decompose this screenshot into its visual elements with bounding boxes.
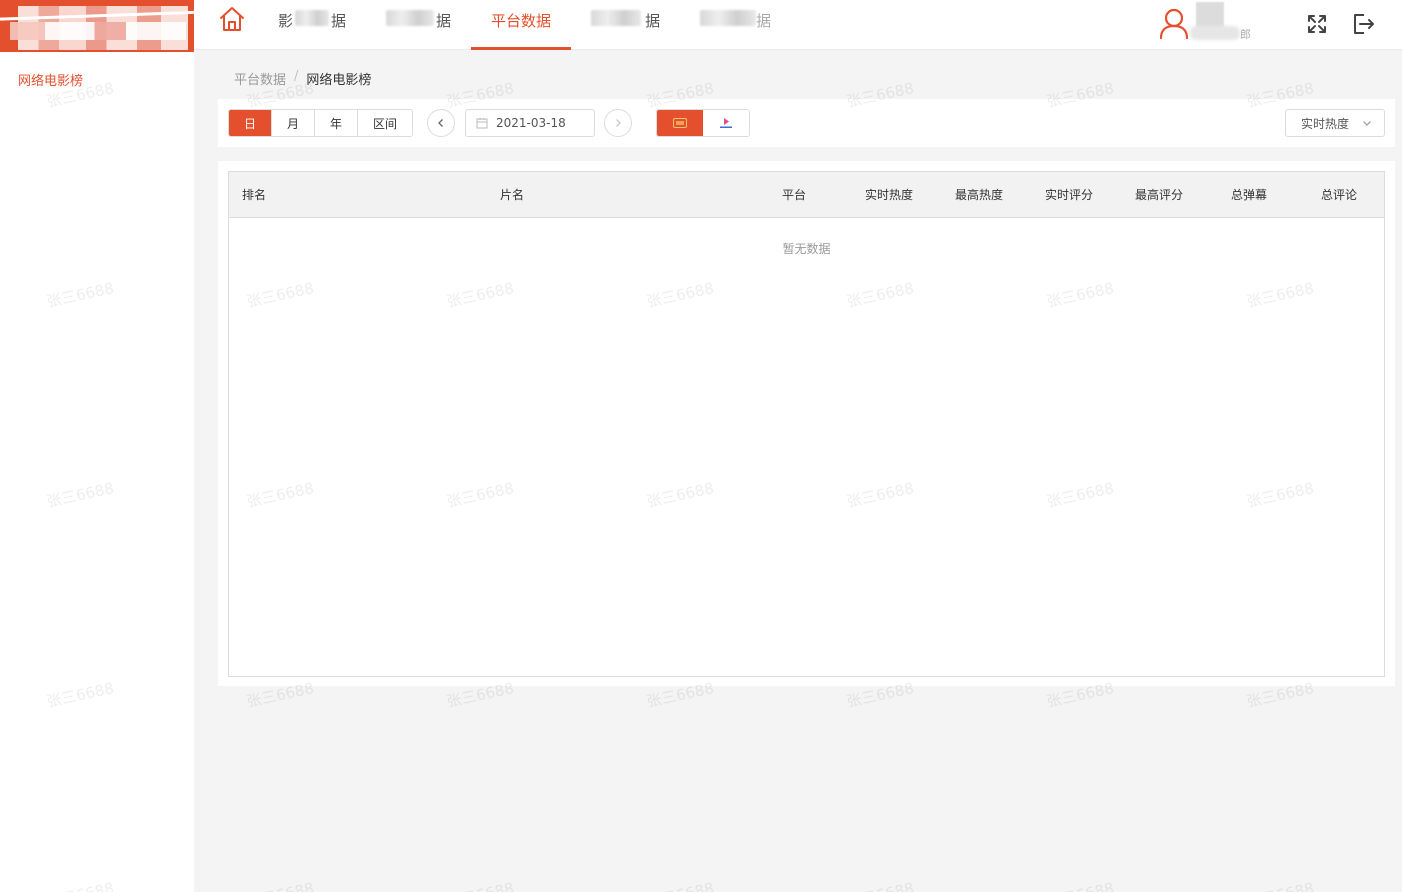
redacted-text [700,10,757,26]
nav-tab-2[interactable]: 据 [366,0,471,50]
redacted-text [591,10,642,26]
watermark-text: 张三6688 [1045,877,1116,892]
breadcrumb-parent[interactable]: 平台数据 [234,69,286,88]
user-name-fragment: 郎 [1240,28,1251,41]
platform-logo-icon [673,118,687,128]
platform-option-2[interactable] [703,110,749,136]
nav-tab-platform-data[interactable]: 平台数据 [471,0,572,50]
chevron-down-icon [1363,121,1371,126]
redacted-text [1190,26,1240,40]
chevron-right-icon [616,119,621,127]
nav-tab-2-label: 据 [436,12,452,30]
platform-filter [656,109,750,137]
chevron-left-icon [438,119,443,127]
period-tab-month[interactable]: 月 [272,110,315,136]
user-name[interactable]: 郎 [1190,2,1254,42]
main-nav: 影 据 据 平台数据 据 据 [258,0,791,50]
watermark-text: 张三6688 [445,877,516,892]
redacted-text [386,10,435,26]
user-icon[interactable] [1158,7,1190,39]
period-tab-day[interactable]: 日 [229,110,272,136]
sidebar: 网络电影榜 [0,52,194,892]
fullscreen-icon[interactable] [1306,13,1328,35]
nav-tab-4-label: 据 [645,12,661,30]
watermark-text: 张三6688 [645,877,716,892]
logo[interactable] [0,0,194,52]
sidebar-item-online-movie-chart[interactable]: 网络电影榜 [18,70,83,89]
filter-toolbar: 日 月 年 区间 2021-03-18 实时热度 [218,99,1395,147]
date-picker[interactable]: 2021-03-18 [465,109,595,137]
logo-redacted-mask-lower [10,22,186,40]
platform-logo-icon [720,118,732,128]
nav-tab-1-label-start: 影 [278,12,294,30]
redacted-text [1196,2,1224,28]
breadcrumb-current: 网络电影榜 [306,73,372,88]
watermark-text: 张三6688 [245,877,316,892]
column-header-title[interactable]: 片名 [500,172,524,218]
calendar-icon [476,118,488,129]
column-header-total-comments[interactable]: 总评论 [1321,172,1357,218]
column-header-total-danmaku[interactable]: 总弹幕 [1231,172,1267,218]
column-header-realtime-heat[interactable]: 实时热度 [865,172,913,218]
column-header-rank[interactable]: 排名 [242,172,266,218]
nav-tab-5[interactable]: 据 [680,0,791,50]
prev-date-button[interactable] [427,109,455,137]
column-header-platform[interactable]: 平台 [782,172,806,218]
nav-tab-5-label: 据 [756,12,772,30]
table-header: 排名 片名 平台 实时热度 最高热度 实时评分 最高评分 总弹幕 总评论 [229,172,1384,218]
table-panel: 排名 片名 平台 实时热度 最高热度 实时评分 最高评分 总弹幕 总评论 暂无数… [218,161,1395,686]
top-bar: 影 据 据 平台数据 据 据 郎 [0,0,1402,52]
date-value: 2021-03-18 [496,116,566,130]
home-button[interactable] [217,4,247,34]
period-tab-year[interactable]: 年 [315,110,358,136]
period-tabs: 日 月 年 区间 [228,109,413,137]
empty-state: 暂无数据 [782,242,831,256]
watermark-text: 张三6688 [845,877,916,892]
nav-tab-platform-data-label: 平台数据 [491,12,552,30]
column-header-peak-score[interactable]: 最高评分 [1135,172,1183,218]
ranking-table: 排名 片名 平台 实时热度 最高热度 实时评分 最高评分 总弹幕 总评论 暂无数… [228,171,1385,677]
platform-option-1[interactable] [657,110,703,136]
breadcrumb-separator: / [294,69,299,84]
home-icon [220,7,244,31]
sort-select[interactable]: 实时热度 [1285,109,1385,137]
nav-tab-4[interactable]: 据 [571,0,680,50]
redacted-text [295,10,330,26]
column-header-realtime-score[interactable]: 实时评分 [1045,172,1093,218]
nav-tab-1[interactable]: 影 据 [258,0,366,50]
logout-icon[interactable] [1350,11,1376,37]
watermark-text: 张三6688 [1245,877,1316,892]
column-header-peak-heat[interactable]: 最高热度 [955,172,1003,218]
nav-tab-1-label-end: 据 [331,12,347,30]
next-date-button[interactable] [604,109,632,137]
breadcrumb: 平台数据 / 网络电影榜 [234,69,371,88]
period-tab-range[interactable]: 区间 [358,110,412,136]
sort-select-value: 实时热度 [1301,116,1350,131]
